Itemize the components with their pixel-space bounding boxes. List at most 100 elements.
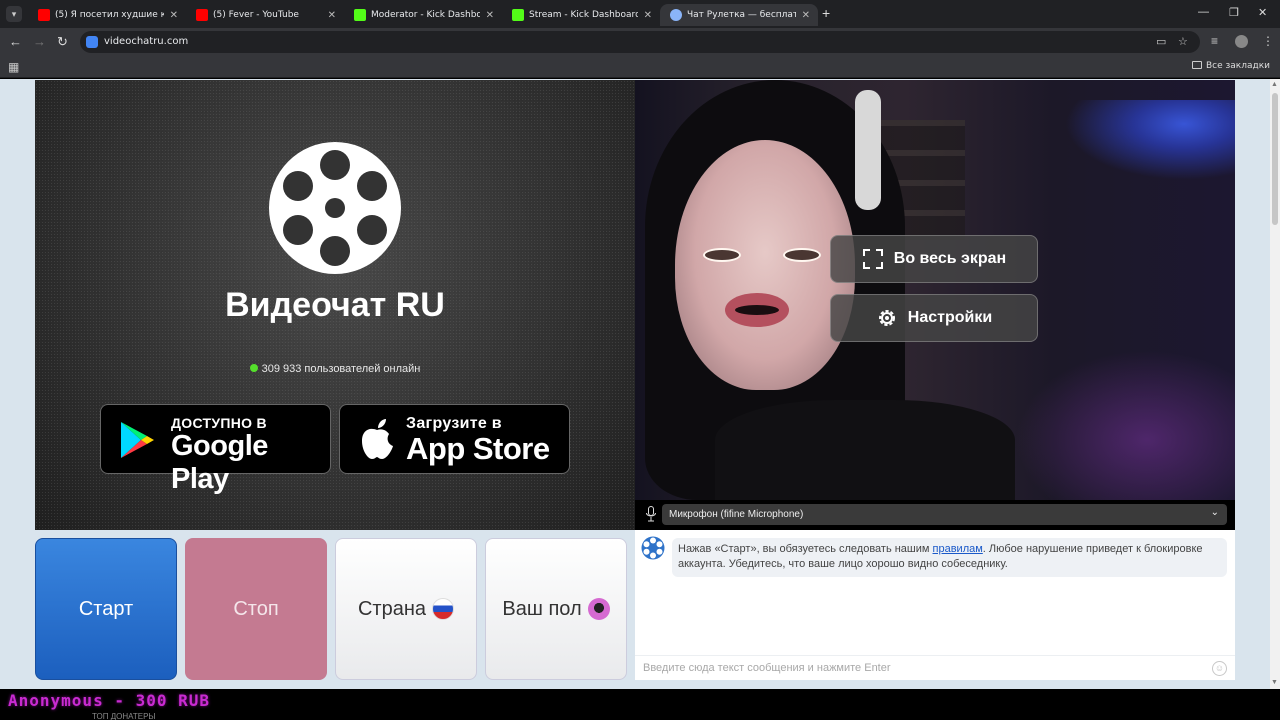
gear-icon <box>878 310 895 326</box>
site-info-icon[interactable] <box>86 36 98 48</box>
youtube-icon <box>38 9 50 21</box>
minimize-icon[interactable]: — <box>1198 6 1209 18</box>
country-label: Страна <box>357 597 427 620</box>
scroll-up-icon[interactable]: ▲ <box>1271 81 1278 88</box>
person-mouth <box>725 293 789 327</box>
gender-avatar-icon <box>587 598 610 620</box>
tab-label: Moderator - Kick Dashboard <box>371 10 480 20</box>
google-play-small: ДОСТУПНО В <box>171 415 267 431</box>
all-bookmarks-label: Все закладки <box>1205 61 1270 71</box>
close-tab-icon[interactable]: ✕ <box>328 10 336 21</box>
tab-kick-moderator[interactable]: Moderator - Kick Dashboard ✕ <box>344 4 502 26</box>
person-headset <box>855 90 881 210</box>
chat-placeholder: Введите сюда текст сообщения и нажмите E… <box>643 662 891 674</box>
apple-icon <box>362 419 393 459</box>
reload-icon[interactable]: ↻ <box>57 34 68 50</box>
tab-label: (5) Fever - YouTube <box>213 10 299 20</box>
profile-avatar[interactable] <box>1235 35 1248 48</box>
microphone-bar: Микрофон (fifine Microphone) ⌄ <box>635 500 1235 530</box>
online-text: 309 933 пользователей онлайн <box>261 363 421 375</box>
revolver-logo-icon <box>269 142 401 274</box>
address-toolbar: ← → ↻ videochatru.com ▭ ☆ ≡ ⋮ <box>0 28 1280 56</box>
all-bookmarks-button[interactable]: Все закладки <box>1191 61 1270 71</box>
tab-search-icon[interactable]: ▾ <box>6 6 22 22</box>
promo-panel: Видеочат RU 309 933 пользователей онлайн… <box>35 80 635 530</box>
person-eye <box>783 248 821 262</box>
chat-message-input[interactable]: Введите сюда текст сообщения и нажмите E… <box>635 655 1235 680</box>
online-dot-icon <box>249 364 258 372</box>
chevron-down-icon: ⌄ <box>1210 507 1219 518</box>
page-scrollbar[interactable]: ▲ ▼ <box>1270 79 1280 689</box>
donation-alert: Anonymous - 300 RUB <box>8 691 211 710</box>
tab-bar: ▾ (5) Я посетил худшие кинотеа ✕ (5) Fev… <box>0 0 1280 28</box>
bot-logo-icon <box>641 536 665 560</box>
emoji-icon[interactable]: ☺ <box>1212 661 1227 676</box>
microphone-selected: Микрофон (fifine Microphone) <box>669 509 804 520</box>
settings-label: Настройки <box>907 309 993 326</box>
kick-icon <box>512 9 524 21</box>
gender-button[interactable]: Ваш пол <box>485 538 627 680</box>
person-face <box>675 140 855 390</box>
top-donators-label: ТОП ДОНАТЕРЫ <box>92 712 156 720</box>
tab-label: (5) Я посетил худшие кинотеа <box>55 10 164 20</box>
microphone-select[interactable]: Микрофон (fifine Microphone) ⌄ <box>662 504 1227 525</box>
google-play-icon <box>121 422 154 458</box>
apps-grid-icon[interactable]: ▦ <box>8 60 19 74</box>
google-play-big: Google Play <box>171 430 268 495</box>
scroll-down-icon[interactable]: ▼ <box>1271 679 1278 686</box>
person-shirt <box>715 400 1015 500</box>
close-tab-icon[interactable]: ✕ <box>170 10 178 21</box>
menu-kebab-icon[interactable]: ⋮ <box>1262 34 1274 48</box>
rules-text: Нажав «Старт», вы обязуетесь следовать н… <box>678 543 933 555</box>
app-store-big: App Store <box>406 431 550 466</box>
tab-chatroulette[interactable]: Чат Рулетка — бесплатный ✕ <box>660 4 818 26</box>
youtube-icon <box>196 9 208 21</box>
online-counter: 309 933 пользователей онлайн <box>35 363 635 375</box>
room-purple-glow <box>1015 350 1235 500</box>
gender-label: Ваш пол <box>502 597 582 620</box>
restore-icon[interactable]: ❐ <box>1229 6 1239 19</box>
site-icon <box>670 9 682 21</box>
tab-youtube-cinema[interactable]: (5) Я посетил худшие кинотеа ✕ <box>28 4 186 26</box>
stop-label: Стоп <box>233 597 279 620</box>
cast-icon[interactable]: ▭ <box>1156 35 1166 48</box>
close-tab-icon[interactable]: ✕ <box>802 10 810 21</box>
tab-kick-stream[interactable]: Stream - Kick Dashboard ✕ <box>502 4 660 26</box>
forward-icon[interactable]: → <box>33 34 46 49</box>
close-window-icon[interactable]: ✕ <box>1258 6 1267 19</box>
url-text: videochatru.com <box>104 36 189 47</box>
tab-label: Чат Рулетка — бесплатный <box>687 10 796 20</box>
country-button[interactable]: Страна <box>335 538 477 680</box>
settings-button[interactable]: Настройки <box>830 294 1038 342</box>
rules-link[interactable]: правилам <box>933 543 983 555</box>
fullscreen-icon <box>862 249 883 269</box>
new-tab-icon[interactable]: + <box>822 5 830 21</box>
fullscreen-label: Во весь экран <box>893 250 1007 267</box>
rules-message: Нажав «Старт», вы обязуетесь следовать н… <box>672 538 1227 577</box>
close-tab-icon[interactable]: ✕ <box>486 10 494 21</box>
page: Видеочат RU 309 933 пользователей онлайн… <box>0 79 1280 689</box>
app-store-button[interactable]: Загрузите в App Store <box>339 404 570 474</box>
start-label: Старт <box>78 597 134 620</box>
start-button[interactable]: Старт <box>35 538 177 680</box>
tab-youtube-fever[interactable]: (5) Fever - YouTube ✕ <box>186 4 344 26</box>
back-icon[interactable]: ← <box>9 34 22 49</box>
folder-icon <box>1191 61 1202 69</box>
media-controls-icon[interactable]: ≡ <box>1211 34 1218 48</box>
russia-flag-icon <box>432 598 455 620</box>
microphone-icon <box>646 506 656 522</box>
person-eye <box>703 248 741 262</box>
stream-overlay: Anonymous - 300 RUB ТОП ДОНАТЕРЫ <box>0 689 1280 720</box>
tab-label: Stream - Kick Dashboard <box>529 10 638 20</box>
partner-video: Во весь экран Настройки <box>635 80 1235 500</box>
scrollbar-thumb[interactable] <box>1272 93 1278 225</box>
brand-title: Видеочат RU <box>225 286 445 324</box>
fullscreen-button[interactable]: Во весь экран <box>830 235 1038 283</box>
google-play-button[interactable]: ДОСТУПНО В Google Play <box>100 404 331 495</box>
address-bar[interactable]: videochatru.com ▭ ☆ <box>80 31 1200 53</box>
bookmarks-bar: ▦ Все закладки <box>0 56 1280 78</box>
stop-button[interactable]: Стоп <box>185 538 327 680</box>
bookmark-star-icon[interactable]: ☆ <box>1178 35 1188 48</box>
room-light <box>1065 100 1235 180</box>
close-tab-icon[interactable]: ✕ <box>644 10 652 21</box>
